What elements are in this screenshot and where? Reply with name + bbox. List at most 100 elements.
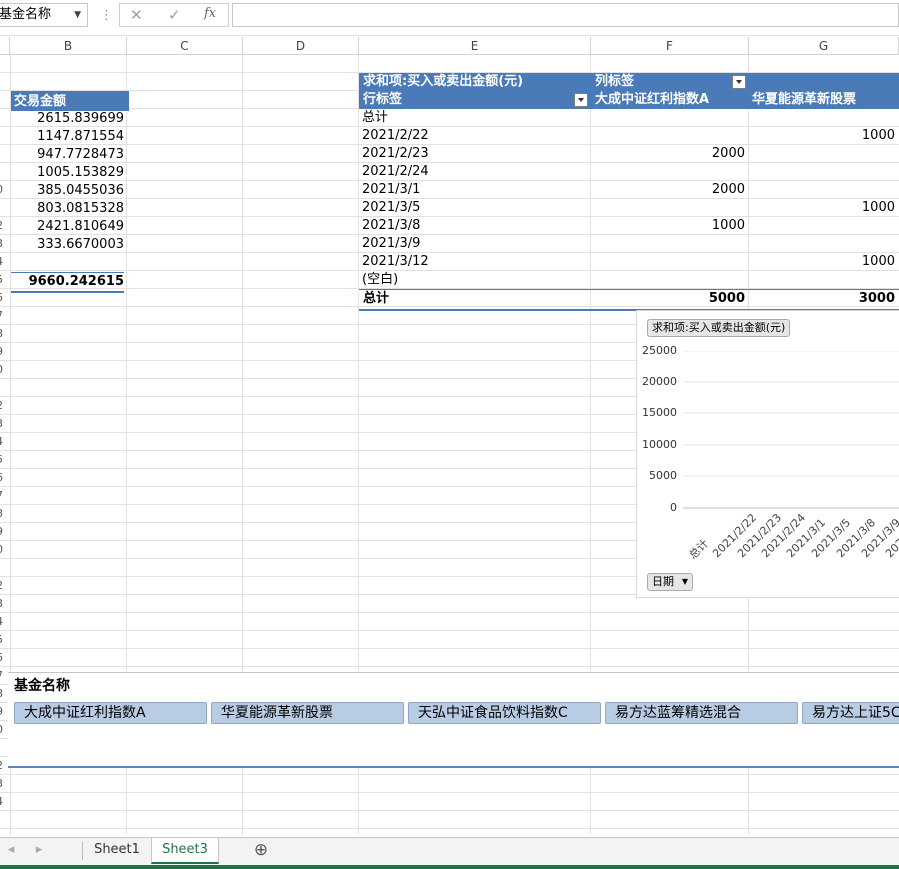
column-header-a[interactable] xyxy=(0,37,10,55)
pivot-value-cell[interactable] xyxy=(749,145,895,163)
row-number[interactable]: 3 xyxy=(0,777,8,790)
pivot-value-cell[interactable]: 2000 xyxy=(591,145,745,163)
insert-function-icon[interactable]: fx xyxy=(204,6,216,21)
column-header-e[interactable]: E xyxy=(359,37,591,55)
left-table-value[interactable]: 2615.839699 xyxy=(11,110,124,128)
slicer-item[interactable]: 天弘中证食品饮料指数C xyxy=(408,702,601,724)
row-number[interactable]: 7 xyxy=(0,669,8,682)
column-header-c[interactable]: C xyxy=(127,37,243,55)
row-number[interactable]: 0 xyxy=(0,183,8,196)
pivot-total-g[interactable]: 3000 xyxy=(749,290,895,308)
pivot-total-f[interactable]: 5000 xyxy=(591,290,745,308)
slicer-item[interactable]: 易方达上证5C xyxy=(802,702,899,724)
row-number[interactable]: 2 xyxy=(0,579,8,592)
row-number[interactable]: 8 xyxy=(0,507,8,520)
column-header-f[interactable]: F xyxy=(591,37,749,55)
pivot-value-cell[interactable] xyxy=(591,127,745,145)
row-number[interactable]: 3 xyxy=(0,597,8,610)
pivot-value-cell[interactable] xyxy=(749,217,895,235)
row-label-filter-icon[interactable] xyxy=(574,93,588,107)
cancel-icon[interactable]: ✕ xyxy=(130,6,143,24)
pivot-row-label-cell[interactable]: 2021/2/23 xyxy=(362,145,429,163)
name-box[interactable]: 基金名称 ▼ xyxy=(0,3,88,27)
pivot-row-label-cell[interactable]: 2021/3/5 xyxy=(362,199,420,217)
row-number[interactable]: 0 xyxy=(0,543,8,556)
pivot-column-label[interactable]: 列标签 xyxy=(595,73,634,91)
row-number[interactable]: 3 xyxy=(0,417,8,430)
row-number[interactable]: 4 xyxy=(0,615,8,628)
pivot-row-label-cell[interactable]: 2021/3/12 xyxy=(362,253,429,271)
pivot-row-label-cell[interactable]: 2021/2/24 xyxy=(362,163,429,181)
row-number[interactable]: 3 xyxy=(0,237,8,250)
pivot-chart[interactable]: 求和项:买入或卖出金额(元) 25000 20000 15000 10000 5… xyxy=(636,310,899,598)
row-number[interactable]: 9 xyxy=(0,345,8,358)
pivot-col-header-1[interactable]: 大成中证红利指数A xyxy=(595,91,709,109)
pivot-value-cell[interactable] xyxy=(749,271,895,289)
row-number[interactable]: 8 xyxy=(0,687,8,700)
slicer-item[interactable]: 易方达蓝筹精选混合 xyxy=(605,702,798,724)
pivot-value-cell[interactable] xyxy=(749,163,895,181)
row-number[interactable]: 5 xyxy=(0,633,8,646)
pivot-row-label[interactable]: 行标签 xyxy=(363,91,402,109)
row-number[interactable]: 5 xyxy=(0,273,8,286)
left-table-value[interactable]: 1005.153829 xyxy=(11,164,124,182)
column-header-d[interactable]: D xyxy=(243,37,359,55)
pivot-row-label-cell[interactable]: (空白) xyxy=(362,271,398,289)
row-number[interactable]: 0 xyxy=(0,723,8,736)
pivot-value-cell[interactable] xyxy=(591,235,745,253)
left-table-value[interactable]: 333.6670003 xyxy=(11,236,124,254)
left-table-value[interactable]: 1147.871554 xyxy=(11,128,124,146)
chevron-down-icon[interactable]: ▼ xyxy=(74,4,81,26)
column-header-g[interactable]: G xyxy=(749,37,899,55)
row-number[interactable]: 9 xyxy=(0,705,8,718)
row-number[interactable]: 2 xyxy=(0,399,8,412)
more-options-icon[interactable]: ⋮ xyxy=(100,8,113,23)
formula-input[interactable] xyxy=(232,3,899,27)
row-number[interactable]: 2 xyxy=(0,759,8,772)
pivot-value-field[interactable]: 求和项:买入或卖出金额(元) xyxy=(363,73,523,91)
left-table-value[interactable]: 803.0815328 xyxy=(11,200,124,218)
row-number[interactable]: 7 xyxy=(0,309,8,322)
pivot-value-cell[interactable] xyxy=(749,109,895,127)
row-number[interactable]: 2 xyxy=(0,219,8,232)
pivot-row-label-cell[interactable]: 2021/2/22 xyxy=(362,127,429,145)
left-table-value[interactable]: 947.7728473 xyxy=(11,146,124,164)
pivot-col-header-2[interactable]: 华夏能源革新股票 xyxy=(752,91,856,109)
row-number[interactable]: 7 xyxy=(0,489,8,502)
pivot-value-cell[interactable]: 1000 xyxy=(749,127,895,145)
pivot-row-label-cell[interactable]: 2021/3/1 xyxy=(362,181,420,199)
pivot-value-cell[interactable] xyxy=(749,235,895,253)
pivot-value-cell[interactable]: 2000 xyxy=(591,181,745,199)
pivot-value-cell[interactable] xyxy=(749,181,895,199)
row-number[interactable]: 8 xyxy=(0,327,8,340)
pivot-row-label-cell[interactable]: 2021/3/8 xyxy=(362,217,420,235)
row-number[interactable]: 4 xyxy=(0,795,8,808)
pivot-value-cell[interactable]: 1000 xyxy=(591,217,745,235)
row-number[interactable]: 4 xyxy=(0,435,8,448)
pivot-value-cell[interactable] xyxy=(591,109,745,127)
row-number[interactable]: 6 xyxy=(0,291,8,304)
slicer-item[interactable]: 华夏能源革新股票 xyxy=(211,702,404,724)
axis-field-button[interactable]: 日期 ▼ xyxy=(647,573,693,591)
confirm-icon[interactable]: ✓ xyxy=(168,6,181,24)
pivot-value-cell[interactable]: 1000 xyxy=(749,199,895,217)
column-label-filter-icon[interactable] xyxy=(732,75,746,89)
row-number[interactable]: 6 xyxy=(0,651,8,664)
tab-sheet1[interactable]: Sheet1 xyxy=(84,838,150,864)
pivot-value-cell[interactable] xyxy=(591,253,745,271)
row-number[interactable]: 9 xyxy=(0,525,8,538)
pivot-row-label-cell[interactable]: 总计 xyxy=(362,109,388,127)
chevron-down-icon[interactable]: ▼ xyxy=(682,574,688,590)
column-header-b[interactable]: B xyxy=(10,37,127,55)
left-table-total[interactable]: 9660.242615 xyxy=(11,272,124,293)
tab-sheet3[interactable]: Sheet3 xyxy=(151,838,219,864)
row-number[interactable]: 5 xyxy=(0,453,8,466)
slicer-item[interactable]: 大成中证红利指数A xyxy=(14,702,207,724)
add-sheet-icon[interactable]: ⊕ xyxy=(250,838,272,864)
pivot-row-label-cell[interactable]: 2021/3/9 xyxy=(362,235,420,253)
scroll-left-icon[interactable]: ◂ xyxy=(4,838,18,864)
pivot-value-cell[interactable]: 1000 xyxy=(749,253,895,271)
left-table-value[interactable]: 385.0455036 xyxy=(11,182,124,200)
row-number[interactable]: 0 xyxy=(0,363,8,376)
pivot-value-cell[interactable] xyxy=(591,163,745,181)
